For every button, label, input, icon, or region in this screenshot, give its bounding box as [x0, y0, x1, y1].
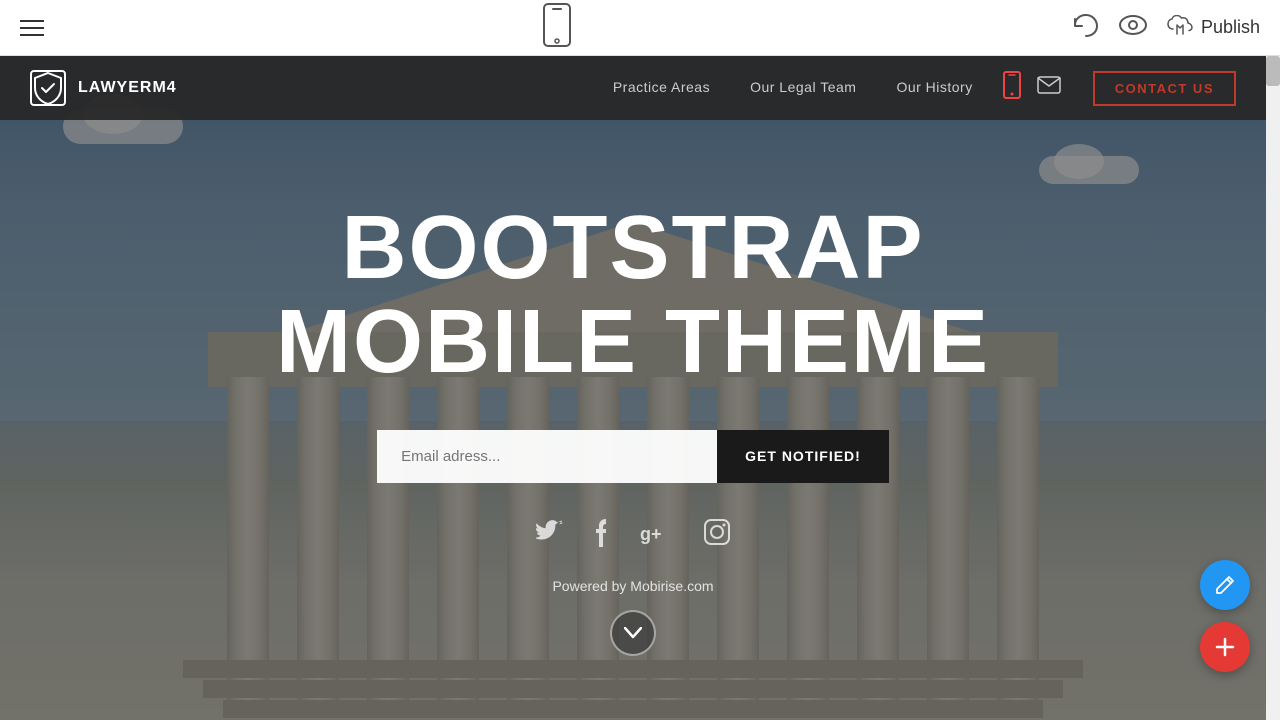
nav-link-history[interactable]: Our History: [896, 79, 972, 95]
editor-bar-center: [543, 3, 571, 53]
nav-link-team[interactable]: Our Legal Team: [750, 79, 856, 95]
email-input[interactable]: [377, 430, 717, 483]
mail-icon[interactable]: [1037, 76, 1061, 100]
instagram-icon[interactable]: [704, 519, 730, 554]
navbar-icons: CONTACT US: [1003, 71, 1236, 106]
hero-section: BOOTSTRAP MOBILE THEME GET NOTIFIED!: [0, 56, 1266, 720]
editor-bar-left: [20, 20, 44, 36]
brand-logo: [30, 70, 66, 106]
navbar-brand[interactable]: LAWYERM4: [30, 70, 177, 106]
publish-button[interactable]: Publish: [1167, 15, 1260, 41]
navbar: LAWYERM4 Practice Areas Our Legal Team O…: [0, 56, 1266, 120]
scrollbar[interactable]: [1266, 56, 1280, 720]
get-notified-button[interactable]: GET NOTIFIED!: [717, 430, 889, 483]
facebook-icon[interactable]: [592, 519, 612, 554]
hero-title: BOOTSTRAP MOBILE THEME: [276, 201, 990, 390]
phone-preview-icon[interactable]: [543, 3, 571, 53]
social-icons: g+: [276, 519, 990, 554]
fab-edit-button[interactable]: [1200, 560, 1250, 610]
hero-title-line2: MOBILE THEME: [276, 292, 990, 392]
scrollbar-thumb[interactable]: [1266, 56, 1280, 86]
google-plus-icon[interactable]: g+: [640, 519, 676, 554]
nav-item-team[interactable]: Our Legal Team: [750, 79, 856, 97]
twitter-icon[interactable]: [536, 519, 564, 554]
hamburger-menu-icon[interactable]: [20, 20, 44, 36]
site-wrapper: LAWYERM4 Practice Areas Our Legal Team O…: [0, 56, 1266, 720]
fab-add-button[interactable]: [1200, 622, 1250, 672]
preview-icon[interactable]: [1119, 15, 1147, 41]
mobile-icon[interactable]: [1003, 71, 1021, 105]
hero-content: BOOTSTRAP MOBILE THEME GET NOTIFIED!: [256, 121, 1010, 656]
scroll-down-button[interactable]: [610, 610, 656, 656]
nav-item-history[interactable]: Our History: [896, 79, 972, 97]
hero-form: GET NOTIFIED!: [276, 430, 990, 483]
publish-label: Publish: [1201, 17, 1260, 38]
navbar-nav: Practice Areas Our Legal Team Our Histor…: [613, 79, 973, 97]
hero-title-line1: BOOTSTRAP: [341, 198, 924, 298]
undo-icon[interactable]: [1071, 13, 1099, 43]
editor-bar: Publish: [0, 0, 1280, 56]
powered-by: Powered by Mobirise.com: [276, 578, 990, 594]
editor-bar-right: Publish: [1071, 13, 1260, 43]
cloud-upload-icon: [1167, 15, 1193, 41]
contact-button[interactable]: CONTACT US: [1093, 71, 1236, 106]
nav-item-practice[interactable]: Practice Areas: [613, 79, 710, 97]
svg-text:g+: g+: [640, 524, 662, 544]
brand-name: LAWYERM4: [78, 79, 177, 97]
nav-link-practice[interactable]: Practice Areas: [613, 79, 710, 95]
